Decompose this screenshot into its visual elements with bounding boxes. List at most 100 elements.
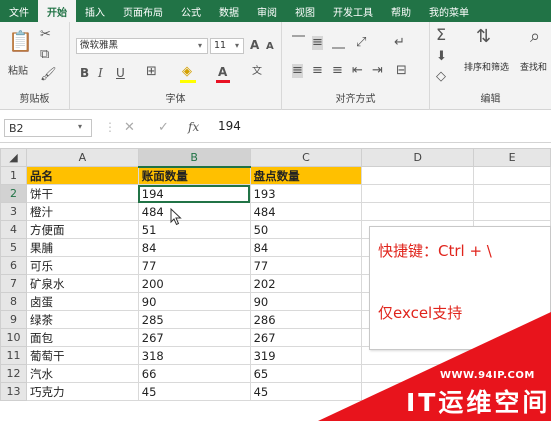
cell-a[interactable]: 橙汁	[25, 202, 139, 221]
cut-icon[interactable]: ✂	[40, 28, 51, 42]
row-header[interactable]: 12	[0, 364, 27, 383]
paste-icon[interactable]: 📋	[8, 30, 33, 52]
enter-icon[interactable]: ✓	[158, 120, 169, 135]
row-header[interactable]: 11	[0, 346, 27, 365]
cell-c[interactable]: 202	[249, 274, 363, 293]
chevron-down-icon[interactable]: ▾	[78, 122, 82, 131]
orientation-icon[interactable]: ⤢	[356, 36, 366, 50]
cell-e[interactable]	[473, 166, 551, 185]
row-header[interactable]: 13	[0, 382, 27, 401]
cell-b[interactable]: 318	[137, 346, 251, 365]
align-left-icon[interactable]: ≡	[292, 64, 303, 78]
cell-e[interactable]	[473, 202, 551, 221]
cell-b[interactable]: 267	[137, 328, 251, 347]
insert-function-icon[interactable]: fx	[188, 120, 199, 134]
ribbon-tab[interactable]: 审阅	[248, 0, 286, 22]
fill-icon[interactable]: ⬇	[436, 50, 447, 64]
format-painter-icon[interactable]: 🖌	[40, 68, 57, 82]
ribbon-tab[interactable]: 帮助	[382, 0, 420, 22]
cell-a[interactable]: 葡萄干	[25, 346, 139, 365]
row-header[interactable]: 2	[0, 184, 27, 203]
column-header-b[interactable]: B	[137, 148, 251, 168]
row-header[interactable]: 9	[0, 310, 27, 329]
sort-filter-icon[interactable]: ⇅	[476, 28, 491, 46]
row-header[interactable]: 4	[0, 220, 27, 239]
select-all-corner[interactable]: ◢	[0, 148, 27, 167]
ribbon-tab[interactable]: 文件	[0, 0, 38, 22]
cell-c[interactable]: 77	[249, 256, 363, 275]
cell-a[interactable]: 方便面	[25, 220, 139, 239]
sort-filter-label[interactable]: 排序和筛选	[464, 60, 509, 73]
cell-b[interactable]: 84	[137, 238, 251, 257]
font-name-select[interactable]: 微软雅黑	[76, 38, 208, 54]
cell-c[interactable]: 484	[249, 202, 363, 221]
paste-label[interactable]: 粘贴	[8, 62, 28, 77]
ribbon-tab[interactable]: 视图	[286, 0, 324, 22]
row-header[interactable]: 6	[0, 256, 27, 275]
autosum-icon[interactable]: Σ	[436, 27, 446, 43]
cell-c[interactable]: 盘点数量	[249, 166, 363, 185]
cell-b[interactable]: 66	[137, 364, 251, 383]
row-header[interactable]: 5	[0, 238, 27, 257]
cell-b[interactable]: 285	[137, 310, 251, 329]
align-top-icon[interactable]: ⎺	[292, 36, 305, 50]
cell-a[interactable]: 卤蛋	[25, 292, 139, 311]
increase-indent-icon[interactable]: ⇥	[372, 64, 383, 78]
ribbon-tab[interactable]: 开始	[38, 0, 76, 22]
column-header-e[interactable]: E	[473, 148, 551, 167]
find-select-label[interactable]: 查找和	[520, 60, 547, 73]
row-header[interactable]: 1	[0, 166, 27, 185]
column-header-d[interactable]: D	[361, 148, 475, 167]
ribbon-tab[interactable]: 插入	[76, 0, 114, 22]
cell-c[interactable]: 50	[249, 220, 363, 239]
cell-d[interactable]	[361, 166, 475, 185]
cancel-icon[interactable]: ✕	[124, 120, 135, 135]
align-center-icon[interactable]: ≡	[312, 64, 323, 78]
borders-icon[interactable]: ⊞	[146, 65, 157, 79]
font-color-button[interactable]: A	[218, 65, 227, 79]
align-right-icon[interactable]: ≡	[332, 64, 343, 78]
ribbon-tab[interactable]: 页面布局	[114, 0, 172, 22]
copy-icon[interactable]: ⧉	[40, 48, 49, 62]
cell-a[interactable]: 可乐	[25, 256, 139, 275]
ribbon-tab[interactable]: 我的菜单	[420, 0, 478, 22]
cell-a[interactable]: 绿茶	[25, 310, 139, 329]
row-header[interactable]: 8	[0, 292, 27, 311]
column-header-a[interactable]: A	[25, 148, 139, 167]
cell-b[interactable]: 90	[137, 292, 251, 311]
merge-center-icon[interactable]: ⊟	[396, 64, 407, 78]
fill-color-icon[interactable]: ◈	[182, 65, 192, 79]
cell-b[interactable]: 45	[137, 382, 251, 401]
cell-b[interactable]: 77	[137, 256, 251, 275]
align-bottom-icon[interactable]: ⎽	[332, 36, 345, 50]
align-middle-icon[interactable]: ≡	[312, 36, 323, 50]
cell-a[interactable]: 矿泉水	[25, 274, 139, 293]
cell-a[interactable]: 面包	[25, 328, 139, 347]
cell-e[interactable]	[473, 184, 551, 203]
underline-button[interactable]: U	[116, 66, 125, 80]
cell-c[interactable]: 90	[249, 292, 363, 311]
column-header-c[interactable]: C	[249, 148, 363, 167]
row-header[interactable]: 3	[0, 202, 27, 221]
clear-icon[interactable]: ◇	[436, 70, 446, 84]
cell-b[interactable]: 51	[137, 220, 251, 239]
ribbon-tab[interactable]: 开发工具	[324, 0, 382, 22]
cell-d[interactable]	[361, 202, 475, 221]
cell-b[interactable]: 200	[137, 274, 251, 293]
cell-c[interactable]: 193	[249, 184, 363, 203]
decrease-indent-icon[interactable]: ⇤	[352, 64, 363, 78]
italic-button[interactable]: I	[98, 66, 103, 80]
formula-input[interactable]: 194	[218, 119, 241, 133]
wrap-text-icon[interactable]: ↵	[394, 36, 405, 50]
cell-a[interactable]: 巧克力	[25, 382, 139, 401]
cell-b[interactable]: 账面数量	[137, 166, 251, 185]
ribbon-tab[interactable]: 公式	[172, 0, 210, 22]
cell-a[interactable]: 汽水	[25, 364, 139, 383]
row-header[interactable]: 7	[0, 274, 27, 293]
cell-a[interactable]: 品名	[25, 166, 139, 185]
cell-a[interactable]: 饼干	[25, 184, 139, 203]
cell-a[interactable]: 果脯	[25, 238, 139, 257]
find-select-icon[interactable]: ⌕	[530, 28, 540, 46]
bold-button[interactable]: B	[80, 66, 89, 80]
phonetic-button[interactable]: 文	[252, 65, 262, 79]
